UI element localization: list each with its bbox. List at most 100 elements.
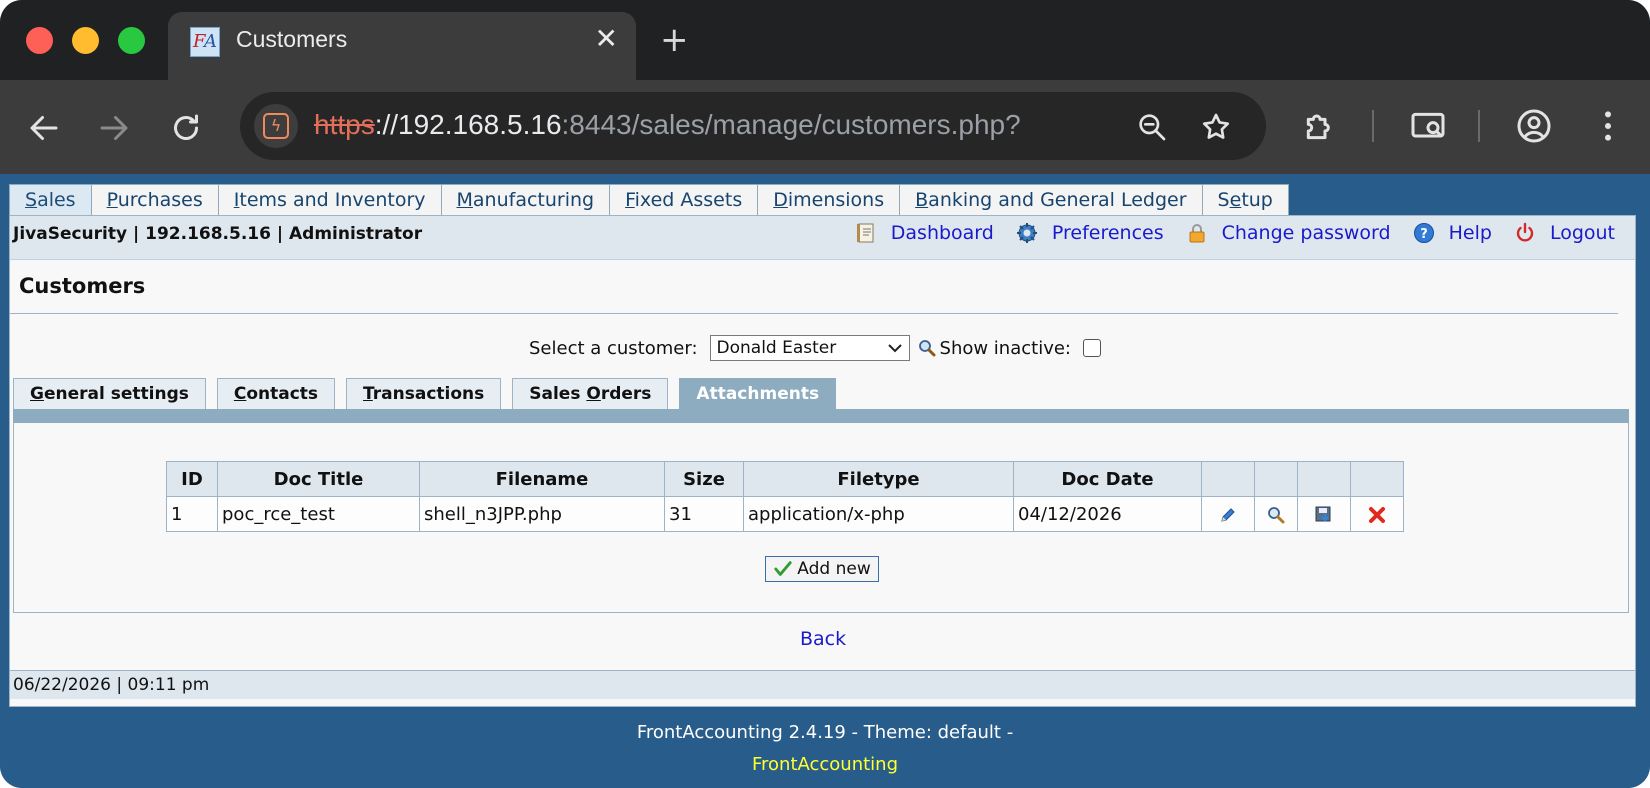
column-header-view (1254, 461, 1298, 497)
menu-tab-accesskey: S (25, 189, 38, 211)
subtab-label-pre: Sales (529, 384, 587, 404)
menu-tab-label-pre: S (1217, 189, 1230, 211)
browser-tab-active[interactable]: FA Customers ✕ (168, 12, 636, 80)
profile-icon[interactable] (1514, 106, 1554, 146)
logout-link[interactable]: Logout (1514, 222, 1615, 244)
subtab-accesskey: C (233, 384, 247, 404)
subtab-label: ontacts (246, 384, 319, 404)
toolbar-separator (1478, 110, 1480, 142)
table-row: 1 poc_rce_test shell_n3JPP.php 31 applic… (166, 496, 1404, 532)
cell-doc-date: 04/12/2026 (1013, 496, 1202, 532)
select-customer-label: Select a customer: (529, 337, 698, 359)
column-header-filetype: Filetype (743, 461, 1014, 497)
lock-icon (1186, 222, 1208, 244)
reload-icon[interactable] (168, 110, 204, 146)
main-content: JivaSecurity | 192.168.5.16 | Administra… (9, 215, 1636, 707)
menu-tab-sales[interactable]: Sales (9, 184, 92, 215)
tab-transactions[interactable]: Transactions (346, 378, 502, 409)
menu-tab-accesskey: M (456, 189, 473, 211)
back-link[interactable]: Back (800, 628, 846, 650)
back-arrow-icon[interactable] (26, 110, 62, 146)
status-bar: 06/22/2026 | 09:11 pm (10, 670, 1635, 699)
cell-id: 1 (166, 496, 218, 532)
view-cell (1254, 496, 1298, 532)
user-info: JivaSecurity | 192.168.5.16 | Administra… (13, 224, 423, 244)
tab-close-icon[interactable]: ✕ (595, 24, 618, 54)
subtab-accesskey: T (363, 384, 373, 404)
checkmark-icon (774, 561, 792, 576)
minimize-window-button[interactable] (72, 27, 99, 54)
column-header-doc-title: Doc Title (217, 461, 420, 497)
menu-tab-items-inventory[interactable]: Items and Inventory (217, 184, 442, 215)
menu-tab-label: anking and General Ledger (928, 189, 1187, 211)
dashboard-link[interactable]: Dashboard (855, 222, 994, 244)
preferences-label: Preferences (1051, 222, 1164, 244)
search-icon[interactable] (917, 338, 937, 358)
close-window-button[interactable] (26, 27, 53, 54)
edit-pencil-icon[interactable] (1218, 504, 1238, 525)
subtab-label: eneral settings (43, 384, 189, 404)
user-bar: JivaSecurity | 192.168.5.16 | Administra… (10, 216, 1635, 260)
extensions-icon[interactable] (1300, 106, 1340, 146)
show-inactive-checkbox[interactable] (1083, 339, 1101, 357)
subtab-accesskey: G (30, 384, 44, 404)
cell-filetype: application/x-php (743, 496, 1014, 532)
tab-sales-orders[interactable]: Sales Orders (512, 378, 669, 409)
menu-tab-accesskey: e (1229, 189, 1242, 211)
tab-attachments[interactable]: Attachments (679, 378, 837, 409)
delete-x-icon[interactable] (1367, 504, 1387, 525)
menu-tab-label: anufacturing (472, 189, 595, 211)
bookmark-star-icon[interactable] (1200, 111, 1232, 143)
subtab-label: rders (600, 384, 652, 404)
column-header-size: Size (664, 461, 744, 497)
new-tab-icon[interactable]: + (660, 20, 689, 60)
toolbar-separator (1372, 110, 1374, 142)
preferences-link[interactable]: Preferences (1016, 222, 1164, 244)
menu-tab-accesskey: D (773, 189, 788, 211)
menu-tab-dimensions[interactable]: Dimensions (757, 184, 901, 215)
media-search-icon[interactable] (1408, 106, 1448, 146)
menu-tab-label: ixed Assets (634, 189, 743, 211)
attachments-table: ID Doc Title Filename Size Filetype Doc … (166, 461, 1404, 532)
site-info-button[interactable]: ϟ (254, 104, 298, 148)
add-new-button[interactable]: Add new (765, 556, 879, 582)
chevron-down-icon (887, 336, 903, 367)
tab-general-settings[interactable]: General settings (13, 378, 206, 409)
show-inactive-label: Show inactive: (939, 337, 1071, 359)
footer-frontaccounting-link[interactable]: FrontAccounting (0, 754, 1650, 775)
title-divider (10, 313, 1618, 314)
view-magnifier-icon[interactable] (1266, 504, 1286, 525)
menu-tab-label: urchases (117, 189, 203, 211)
zoom-icon[interactable] (1136, 111, 1168, 143)
menu-tab-accesskey: F (625, 189, 635, 211)
header-shortcuts: Dashboard Preferences Change password ? … (833, 222, 1615, 244)
kebab-menu-icon[interactable] (1588, 106, 1628, 146)
maximize-window-button[interactable] (118, 27, 145, 54)
column-header-edit (1201, 461, 1255, 497)
menu-tab-fixed-assets[interactable]: Fixed Assets (609, 184, 759, 215)
column-header-filename: Filename (419, 461, 665, 497)
help-link[interactable]: ? Help (1413, 222, 1492, 244)
menu-tab-banking-gl[interactable]: Banking and General Ledger (899, 184, 1203, 215)
download-save-icon[interactable] (1314, 504, 1334, 525)
customer-select-value: Donald Easter (716, 338, 837, 358)
url-text[interactable]: https://192.168.5.16:8443/sales/manage/c… (314, 109, 1021, 141)
menu-tab-purchases[interactable]: Purchases (90, 184, 219, 215)
cell-filename: shell_n3JPP.php (419, 496, 665, 532)
status-datetime: 06/22/2026 | 09:11 pm (13, 675, 210, 695)
forward-arrow-icon[interactable] (96, 110, 132, 146)
menu-tab-label: tems and Inventory (239, 189, 426, 211)
change-password-label: Change password (1221, 222, 1391, 244)
menu-tab-manufacturing[interactable]: Manufacturing (440, 184, 611, 215)
menu-tab-setup[interactable]: Setup (1201, 184, 1289, 215)
customer-subtabs: General settings Contacts Transactions S… (13, 378, 847, 409)
customer-select[interactable]: Donald Easter (709, 335, 910, 361)
menu-tab-accesskey: B (915, 189, 929, 211)
change-password-link[interactable]: Change password (1186, 222, 1391, 244)
frontaccounting-favicon-icon: FA (190, 27, 220, 57)
tab-contacts[interactable]: Contacts (216, 378, 336, 409)
gear-icon (1016, 222, 1038, 244)
browser-tabstrip: FA Customers ✕ + (0, 0, 1650, 80)
address-bar[interactable]: ϟ https://192.168.5.16:8443/sales/manage… (240, 92, 1266, 160)
browser-tab-title: Customers (236, 26, 348, 52)
